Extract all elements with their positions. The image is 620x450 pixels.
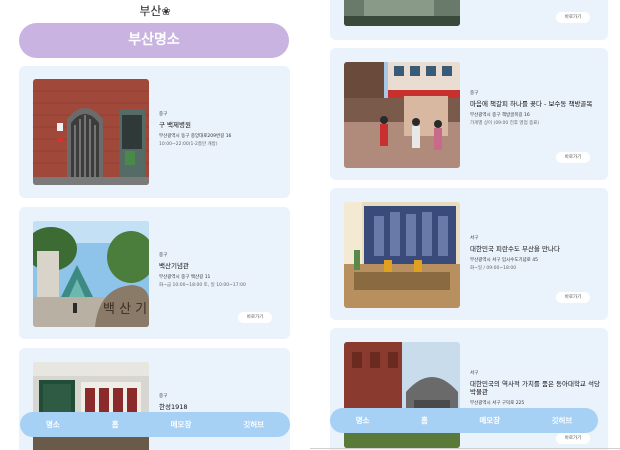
app-logo: 부산❀ [0, 2, 310, 19]
attraction-name: 대한민국의 역사적 가치를 품은 동아대학교 석당박물관 [470, 380, 600, 396]
nav-tab-attractions[interactable]: 명소 [46, 419, 60, 430]
attraction-hours: 가게별 상이 (09:00 전후 영업 종료) [470, 121, 540, 126]
attraction-image: 백 산 기 [33, 221, 149, 327]
attraction-name: 구 백제병원 [159, 121, 191, 129]
flower-icon: ❀ [161, 5, 171, 18]
attraction-name: 대한민국 피란수도 부산을 만나다 [470, 245, 560, 253]
attraction-address: 부산광역시 서구 구덕로 225 [470, 401, 525, 406]
more-button[interactable]: 바로가기 [556, 152, 590, 163]
nav-tab-github[interactable]: 깃허브 [552, 415, 573, 426]
attraction-hours: 화~금 10:00~18:00 토, 일 10:00~17:00 [159, 283, 246, 288]
attraction-address: 부산광역시 중구 백산길 11 [159, 275, 211, 280]
nav-tab-home[interactable]: 홈 [421, 415, 428, 426]
right-screen: 바로가기 중구 마음에 책갈피 하나를 꽂다 - 보수동 책방골목 부산광역시 … [310, 0, 620, 450]
nav-tab-memo[interactable]: 메모장 [479, 415, 500, 426]
attraction-district: 중구 [159, 394, 168, 399]
bottom-nav: 명소 홈 메모장 깃허브 [20, 412, 290, 437]
more-button[interactable]: 바로가기 [556, 12, 590, 23]
attraction-image [344, 62, 460, 168]
attraction-address: 부산광역시 서구 임시수도기념로 45 [470, 258, 538, 263]
attraction-name: 한성1918 [159, 403, 188, 411]
attraction-hours: 10:00~22:00(1-2층만 개방) [159, 142, 218, 147]
attraction-district: 중구 [159, 253, 168, 258]
attraction-name: 백산기념관 [159, 262, 189, 270]
attraction-info: 중구 구 백제병원 부산광역시 동구 중앙대로209번길 16 10:00~22… [159, 111, 289, 147]
attraction-info: 서구 대한민국 피란수도 부산을 만나다 부산광역시 서구 임시수도기념로 45… [470, 235, 600, 271]
more-button[interactable]: 바로가기 [556, 433, 590, 444]
attraction-info: 중구 마음에 책갈피 하나를 꽂다 - 보수동 책방골목 부산광역시 중구 책방… [470, 90, 600, 126]
more-button[interactable]: 바로가기 [556, 292, 590, 303]
svg-text:백 산 기: 백 산 기 [103, 302, 147, 317]
attraction-address: 부산광역시 동구 중앙대로209번길 16 [159, 134, 232, 139]
attraction-district: 서구 [470, 371, 479, 376]
attraction-image [33, 79, 149, 185]
page-title: 부산명소 [19, 23, 289, 58]
attraction-card[interactable]: 중구 마음에 책갈피 하나를 꽂다 - 보수동 책방골목 부산광역시 중구 책방… [330, 48, 608, 180]
attraction-image [344, 202, 460, 308]
more-button[interactable]: 바로가기 [238, 312, 272, 323]
nav-tab-github[interactable]: 깃허브 [243, 419, 264, 430]
attraction-info: 중구 백산기념관 부산광역시 중구 백산길 11 화~금 10:00~18:00… [159, 252, 289, 288]
left-screen: 부산❀ 부산명소 중구 구 백제병원 부산광역시 동구 중앙대로209번길 16… [0, 0, 310, 450]
attraction-hours: 화~일 / 09:00~18:00 [470, 266, 517, 271]
attraction-info: 중구 한성1918 [159, 393, 289, 411]
attraction-name: 마음에 책갈피 하나를 꽂다 - 보수동 책방골목 [470, 100, 593, 108]
attraction-district: 중구 [470, 91, 479, 96]
attraction-card[interactable]: 중구 구 백제병원 부산광역시 동구 중앙대로209번길 16 10:00~22… [19, 66, 290, 198]
attraction-district: 중구 [159, 112, 168, 117]
nav-tab-memo[interactable]: 메모장 [171, 419, 192, 430]
nav-tab-home[interactable]: 홈 [112, 419, 119, 430]
logo-text: 부산 [139, 4, 162, 18]
attraction-card[interactable]: 바로가기 [330, 0, 608, 40]
nav-tab-attractions[interactable]: 명소 [356, 415, 370, 426]
bottom-nav: 명소 홈 메모장 깃허브 [330, 408, 598, 433]
attraction-address: 부산광역시 중구 책방골목길 16 [470, 113, 530, 118]
attraction-district: 서구 [470, 236, 479, 241]
attraction-card[interactable]: 서구 대한민국 피란수도 부산을 만나다 부산광역시 서구 임시수도기념로 45… [330, 188, 608, 320]
attraction-info: 서구 대한민국의 역사적 가치를 품은 동아대학교 석당박물관 부산광역시 서구… [470, 370, 600, 406]
app-screenshot: 부산❀ 부산명소 중구 구 백제병원 부산광역시 동구 중앙대로209번길 16… [0, 0, 620, 450]
attraction-image [344, 0, 460, 26]
divider [310, 448, 620, 449]
attraction-card[interactable]: 백 산 기 중구 백산기념관 부산광역시 중구 백산길 11 화~금 10:00… [19, 207, 290, 339]
